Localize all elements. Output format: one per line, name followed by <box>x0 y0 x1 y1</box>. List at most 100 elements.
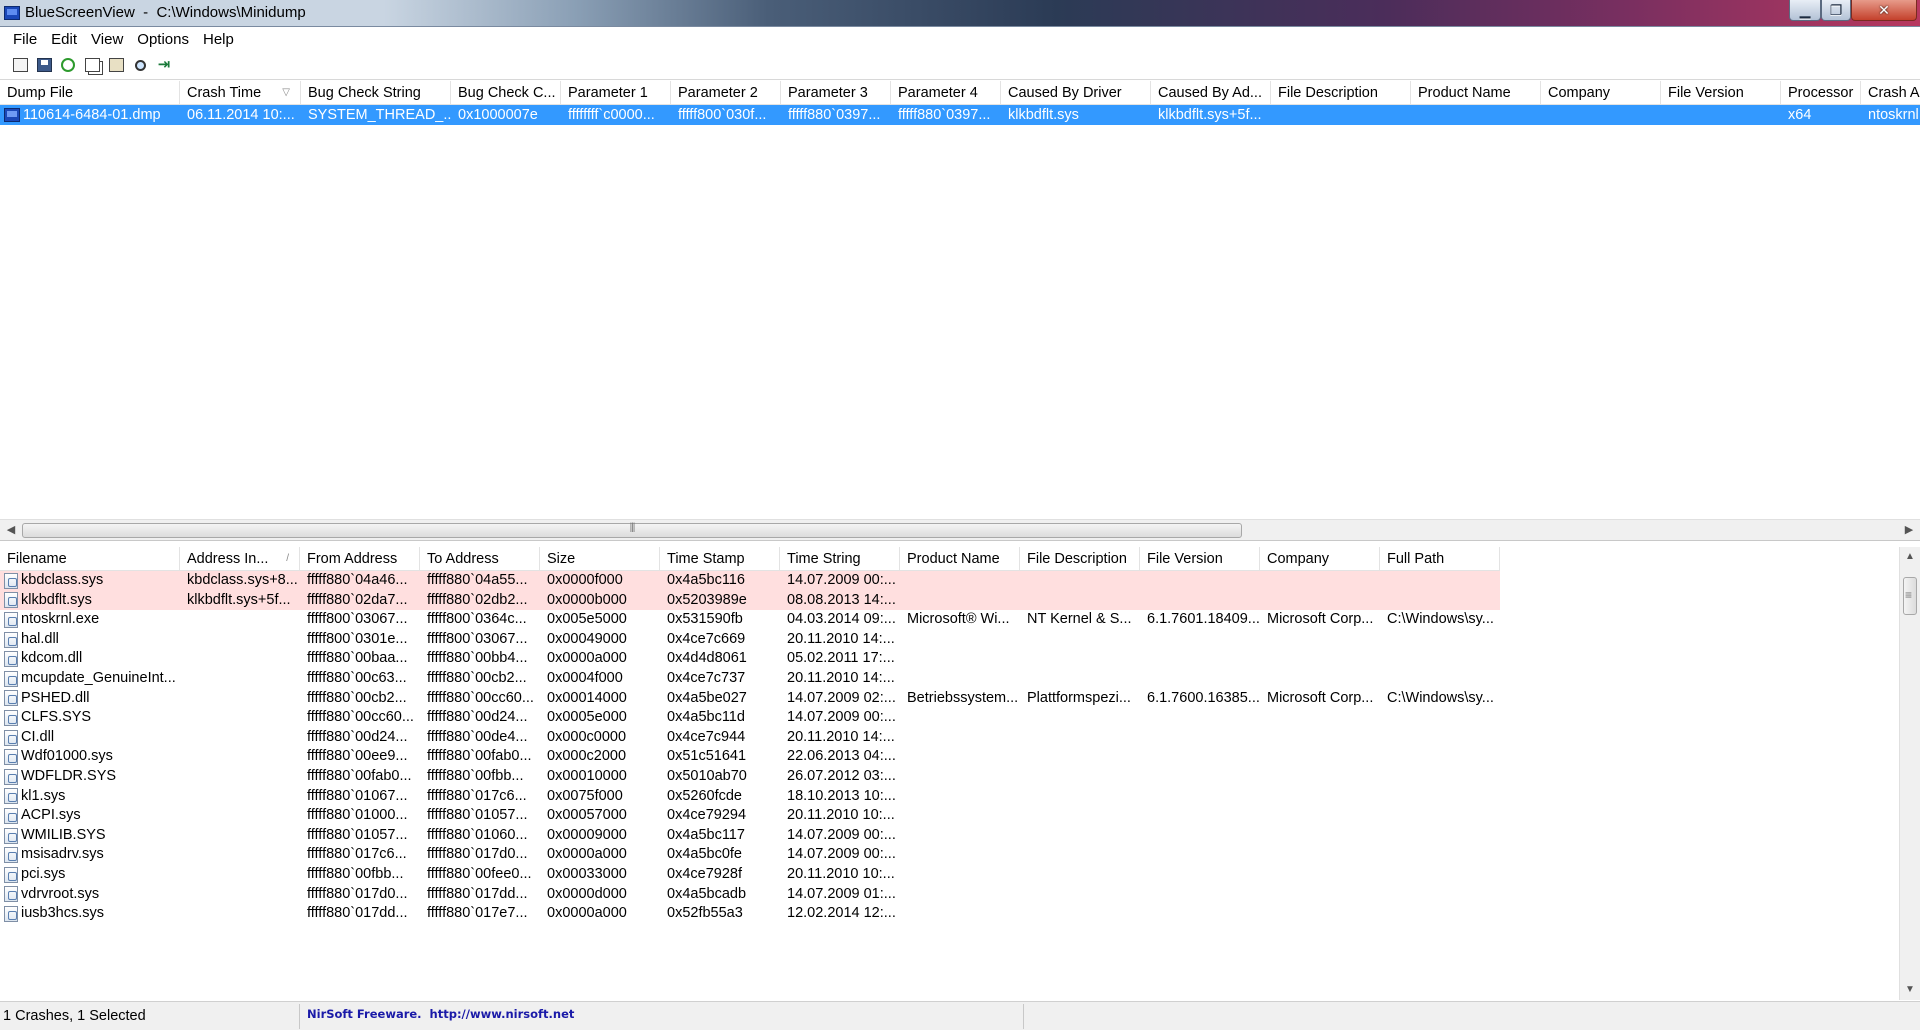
driver-column-header[interactable]: Time Stamp <box>660 547 780 571</box>
driver-row[interactable]: Wdf01000.sys fffff880`00ee9... fffff880`00… <box>0 747 1500 767</box>
driver-column-header[interactable]: Filename <box>0 547 180 571</box>
driver-column-header[interactable]: To Address <box>420 547 540 571</box>
toolbar: ⇥ <box>0 51 1920 80</box>
driver-cell: fffff880`017dd... <box>307 905 408 922</box>
driver-cell: hal.dll <box>0 630 180 650</box>
driver-column-header[interactable]: Product Name <box>900 547 1020 571</box>
driver-row[interactable]: msisadrv.sys fffff880`017c6... fffff880`01… <box>0 845 1500 865</box>
driver-cell <box>180 728 300 748</box>
refresh-button[interactable] <box>58 55 78 75</box>
driver-column-header[interactable]: Address In... / <box>180 547 300 571</box>
driver-row[interactable]: hal.dll fffff800`0301e... fffff800`03067..… <box>0 630 1500 650</box>
properties-button[interactable] <box>106 55 126 75</box>
crash-column-header[interactable]: File Version <box>1661 81 1781 105</box>
column-label: To Address <box>427 551 499 567</box>
crash-list[interactable]: Dump File Crash Time ▽ Bug Check String Bug … <box>0 81 1920 520</box>
driver-cell: 04.03.2014 09:... <box>787 611 896 628</box>
column-label: Bug Check String <box>308 85 421 101</box>
driver-cell: 0x5203989e <box>667 591 747 608</box>
exit-icon: ⇥ <box>157 56 171 73</box>
vertical-scrollbar[interactable]: ▲ ▼ <box>1899 547 1920 1000</box>
crash-column-header[interactable]: Processor <box>1781 81 1861 105</box>
app-icon <box>4 6 20 20</box>
crash-column-header[interactable]: Caused By Driver <box>1001 81 1151 105</box>
driver-cell: fffff880`00fab0... <box>427 748 532 765</box>
driver-cell: 18.10.2013 10:... <box>787 787 896 804</box>
driver-row[interactable]: kl1.sys fffff880`01067... fffff880`017c6..… <box>0 787 1500 807</box>
driver-row[interactable]: WMILIB.SYS fffff880`01057... fffff880`0106… <box>0 826 1500 846</box>
save-selected-button[interactable] <box>10 55 30 75</box>
driver-row[interactable]: kdcom.dll fffff880`00baa... fffff880`00bb4… <box>0 649 1500 669</box>
driver-column-header[interactable]: Company <box>1260 547 1380 571</box>
dump-file-name: 110614-6484-01.dmp <box>23 107 161 123</box>
crash-column-header[interactable]: Parameter 3 <box>781 81 891 105</box>
driver-cell: 0x005e5000 <box>547 611 627 628</box>
driver-column-header[interactable]: File Description <box>1020 547 1140 571</box>
menu-file[interactable]: File <box>6 31 44 48</box>
driver-cell <box>1260 630 1380 650</box>
driver-row[interactable]: WDFLDR.SYS fffff880`00fab0... fffff880`00f… <box>0 767 1500 787</box>
horizontal-scrollbar[interactable]: ◀ ▶ <box>0 519 1920 541</box>
nirsoft-link[interactable]: NirSoft Freeware. http://www.nirsoft.net <box>307 1007 574 1021</box>
crash-row[interactable]: 110614-6484-01.dmp 06.11.2014 10:... SYSTE… <box>0 105 1920 125</box>
driver-column-header[interactable]: File Version <box>1140 547 1260 571</box>
driver-row[interactable]: pci.sys fffff880`00fbb... fffff880`00fee0.… <box>0 865 1500 885</box>
driver-list[interactable]: Filename Address In... / From Address To Add… <box>0 547 1920 1000</box>
exit-button[interactable]: ⇥ <box>154 55 174 75</box>
save-button[interactable] <box>34 55 54 75</box>
driver-cell <box>900 865 1020 885</box>
driver-row[interactable]: kbdclass.sys kbdclass.sys+8... fffff880`04… <box>0 571 1500 591</box>
driver-cell: fffff880`04a55... <box>427 572 528 588</box>
driver-row[interactable]: PSHED.dll fffff880`00cb2... fffff880`00cc6… <box>0 689 1500 709</box>
crash-column-header[interactable]: File Description <box>1271 81 1411 105</box>
driver-row[interactable]: CI.dll fffff880`00d24... fffff880`00de4...… <box>0 728 1500 748</box>
driver-row[interactable]: iusb3hcs.sys fffff880`017dd... fffff880`01… <box>0 904 1500 924</box>
driver-row[interactable]: klkbdflt.sys klkbdflt.sys+5f... fffff880`0… <box>0 590 1500 611</box>
maximize-button[interactable]: ❐ <box>1821 0 1851 21</box>
find-button[interactable] <box>130 55 150 75</box>
driver-row[interactable]: vdrvroot.sys fffff880`017d0... fffff880`01… <box>0 885 1500 905</box>
driver-row[interactable]: ACPI.sys fffff880`01000... fffff880`01057.… <box>0 806 1500 826</box>
driver-row[interactable]: mcupdate_GenuineInt... fffff880`00c63... f… <box>0 669 1500 689</box>
status-separator <box>1023 1004 1024 1029</box>
crash-column-header[interactable]: Parameter 4 <box>891 81 1001 105</box>
crash-column-header[interactable]: Bug Check C... <box>451 81 561 105</box>
scroll-up-icon[interactable]: ▲ <box>1900 547 1920 567</box>
horizontal-scroll-thumb[interactable] <box>22 523 1242 538</box>
scroll-right-icon[interactable]: ▶ <box>1898 520 1920 541</box>
crash-cell: fffff880`0397... <box>898 107 991 123</box>
driver-cell <box>1260 591 1380 611</box>
menu-edit[interactable]: Edit <box>44 31 84 48</box>
driver-cell: msisadrv.sys <box>0 845 180 865</box>
driver-column-header[interactable]: From Address <box>300 547 420 571</box>
copy-button[interactable] <box>82 55 102 75</box>
scroll-down-icon[interactable]: ▼ <box>1900 980 1920 1000</box>
column-label: Caused By Ad... <box>1158 85 1262 101</box>
driver-column-header[interactable]: Full Path <box>1380 547 1500 571</box>
crash-column-header[interactable]: Dump File <box>0 81 180 105</box>
crash-column-header[interactable]: Parameter 2 <box>671 81 781 105</box>
crash-column-header[interactable]: Caused By Ad... <box>1151 81 1271 105</box>
driver-column-header[interactable]: Time String <box>780 547 900 571</box>
driver-row[interactable]: ntoskrnl.exe fffff800`03067... fffff800`03… <box>0 610 1500 630</box>
menu-view[interactable]: View <box>84 31 130 48</box>
menu-help[interactable]: Help <box>196 31 241 48</box>
driver-cell <box>900 826 1020 846</box>
driver-column-header[interactable]: Size <box>540 547 660 571</box>
crash-column-header[interactable]: Bug Check String <box>301 81 451 105</box>
crash-column-header[interactable]: Product Name <box>1411 81 1541 105</box>
crash-column-header[interactable]: Crash Address <box>1861 81 1920 105</box>
vertical-scroll-thumb[interactable] <box>1903 577 1917 615</box>
scroll-left-icon[interactable]: ◀ <box>0 520 22 541</box>
driver-cell: 0x5010ab70 <box>667 768 747 784</box>
minimize-button[interactable]: ▁ <box>1789 0 1821 21</box>
crash-column-header[interactable]: Crash Time ▽ <box>180 81 301 105</box>
menu-options[interactable]: Options <box>130 31 196 48</box>
driver-row[interactable]: CLFS.SYS fffff880`00cc60... fffff880`00d24… <box>0 708 1500 728</box>
crash-cell <box>1411 105 1541 125</box>
driver-file-name: ntoskrnl.exe <box>21 611 100 628</box>
close-button[interactable]: ✕ <box>1851 0 1917 21</box>
crash-column-header[interactable]: Company <box>1541 81 1661 105</box>
column-label: Time String <box>787 551 861 567</box>
crash-column-header[interactable]: Parameter 1 <box>561 81 671 105</box>
